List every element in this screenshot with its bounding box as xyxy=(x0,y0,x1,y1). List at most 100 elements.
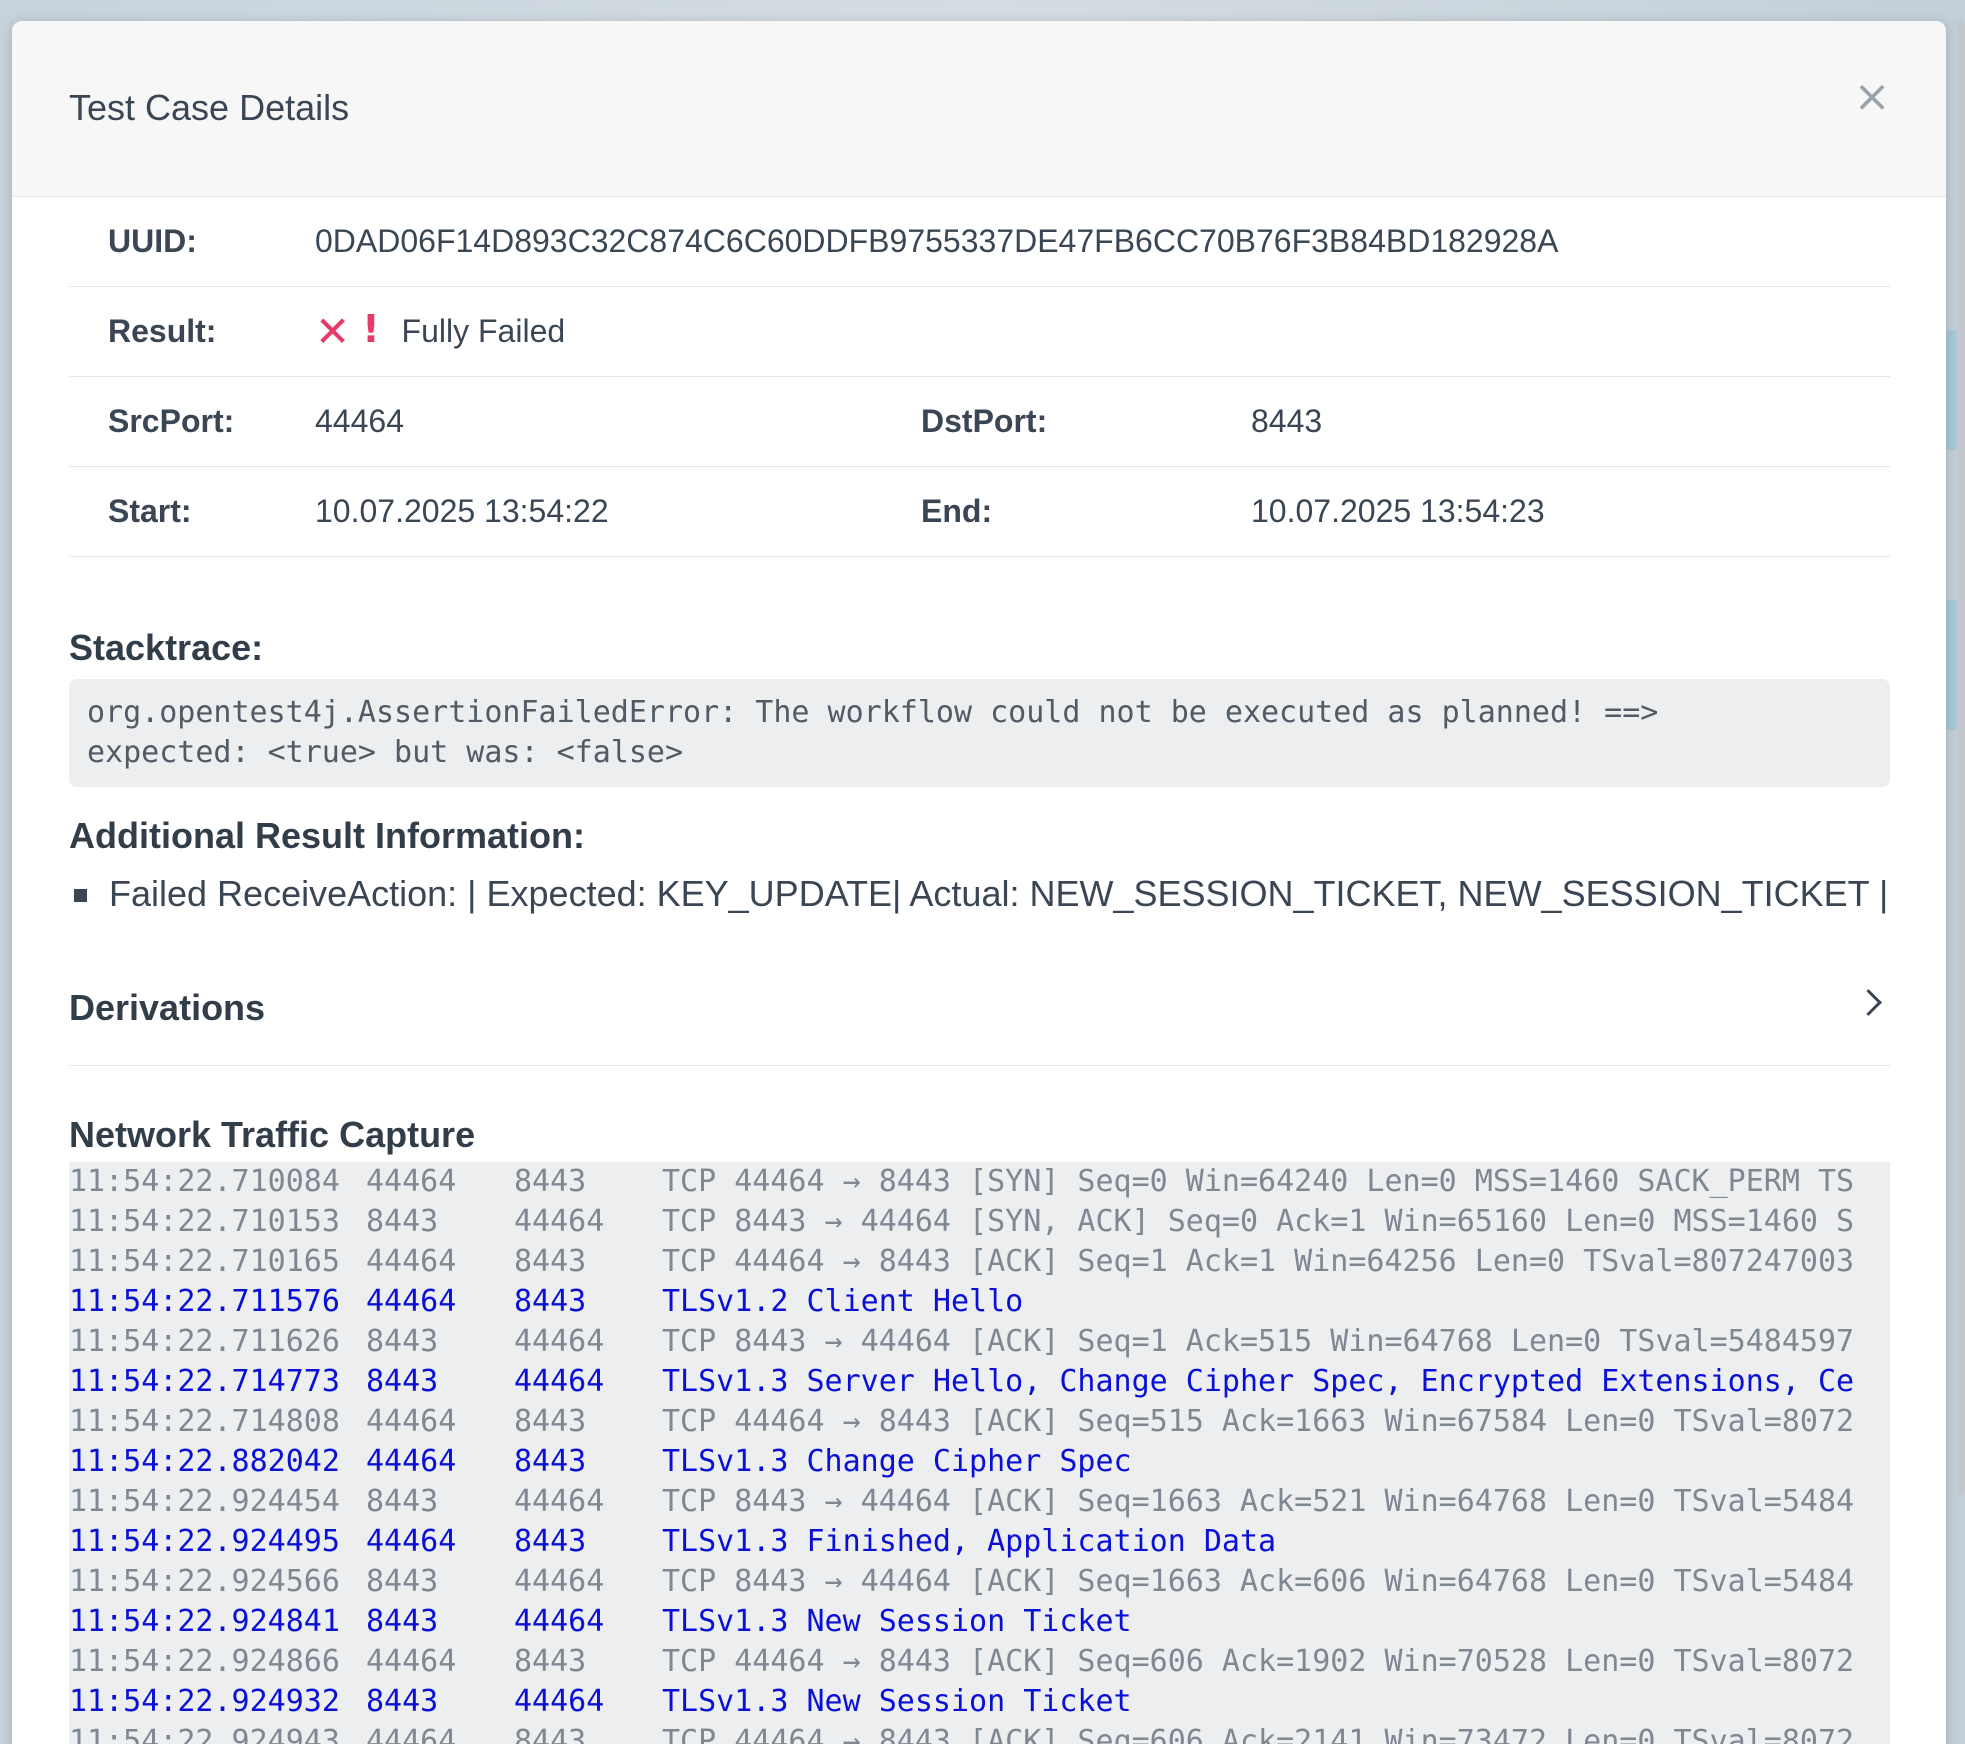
table-row[interactable]: 11:54:22.924454 8443 44464 TCP 8443 → 44464… xyxy=(69,1482,1890,1522)
packet-dst: 8443 xyxy=(514,1644,587,1679)
packet-time: 11:54:22.924454 xyxy=(69,1484,340,1519)
packet-src: 44464 xyxy=(366,1404,457,1439)
additional-info-list: Failed ReceiveAction: | Expected: KEY_UP… xyxy=(69,873,1898,915)
list-item: Failed ReceiveAction: | Expected: KEY_UP… xyxy=(69,873,1898,915)
table-row[interactable]: 11:54:22.882042 44464 8443 TLSv1.3 Change C… xyxy=(69,1442,1890,1482)
packet-src: 8443 xyxy=(366,1204,439,1239)
packet-dst: 44464 xyxy=(514,1324,605,1359)
result-cell: ✕! Fully Failed xyxy=(315,286,1890,377)
packet-src: 8443 xyxy=(366,1564,439,1599)
exclamation-icon: ! xyxy=(362,307,380,351)
packet-time: 11:54:22.924866 xyxy=(69,1644,340,1679)
table-row[interactable]: 11:54:22.711576 44464 8443 TLSv1.2 Client H… xyxy=(69,1282,1890,1322)
packet-time: 11:54:22.924566 xyxy=(69,1564,340,1599)
packet-dst: 44464 xyxy=(514,1204,605,1239)
packet-src: 44464 xyxy=(366,1524,457,1559)
packet-dst: 44464 xyxy=(514,1604,605,1639)
packet-dst: 8443 xyxy=(514,1244,587,1279)
additional-info-title: Additional Result Information: xyxy=(69,815,585,856)
packet-dst: 8443 xyxy=(514,1444,587,1479)
packet-info: TLSv1.3 Server Hello, Change Cipher Spec… xyxy=(662,1364,1855,1399)
failed-x-icon: ✕ xyxy=(315,307,351,356)
packet-time: 11:54:22.710153 xyxy=(69,1204,340,1239)
derivations-title: Derivations xyxy=(69,987,266,1028)
time-row: Start: 10.07.2025 13:54:22 End: 10.07.20… xyxy=(69,466,1890,557)
table-row[interactable]: 11:54:22.924495 44464 8443 TLSv1.3 Finished… xyxy=(69,1522,1890,1562)
details-table: UUID: 0DAD06F14D893C32C874C6C60DDFB97553… xyxy=(69,197,1890,557)
packet-src: 8443 xyxy=(366,1324,439,1359)
packet-time: 11:54:22.711626 xyxy=(69,1324,340,1359)
srcport-label: SrcPort: xyxy=(69,376,315,467)
dstport-label: DstPort: xyxy=(921,376,1251,467)
packet-dst: 8443 xyxy=(514,1404,587,1439)
capture-title: Network Traffic Capture xyxy=(69,1114,476,1155)
page-scrollbar[interactable] xyxy=(1957,20,1965,1495)
capture-list[interactable]: 11:54:22.710084 44464 8443 TCP 44464 → 8443… xyxy=(69,1162,1890,1744)
uuid-value: 0DAD06F14D893C32C874C6C60DDFB9755337DE47… xyxy=(315,197,1890,287)
packet-src: 44464 xyxy=(366,1724,457,1744)
packet-dst: 8443 xyxy=(514,1524,587,1559)
packet-src: 8443 xyxy=(366,1364,439,1399)
uuid-row: UUID: 0DAD06F14D893C32C874C6C60DDFB97553… xyxy=(69,197,1890,287)
packet-time: 11:54:22.924495 xyxy=(69,1524,340,1559)
table-row[interactable]: 11:54:22.924943 44464 8443 TCP 44464 → 8443… xyxy=(69,1722,1890,1744)
table-row[interactable]: 11:54:22.711626 8443 44464 TCP 8443 → 44464… xyxy=(69,1322,1890,1362)
packet-dst: 44464 xyxy=(514,1564,605,1599)
table-row[interactable]: 11:54:22.924841 8443 44464 TLSv1.3 New Sess… xyxy=(69,1602,1890,1642)
packet-time: 11:54:22.714808 xyxy=(69,1404,340,1439)
packet-dst: 8443 xyxy=(514,1724,587,1744)
packet-info: TLSv1.3 Change Cipher Spec xyxy=(662,1444,1132,1479)
packet-src: 44464 xyxy=(366,1164,457,1199)
table-row[interactable]: 11:54:22.924932 8443 44464 TLSv1.3 New Sess… xyxy=(69,1682,1890,1722)
table-row[interactable]: 11:54:22.714808 44464 8443 TCP 44464 → 8443… xyxy=(69,1402,1890,1442)
packet-info: TLSv1.2 Client Hello xyxy=(662,1284,1024,1319)
packet-src: 8443 xyxy=(366,1604,439,1639)
packet-info: TCP 44464 → 8443 [ACK] Seq=606 Ack=1902 … xyxy=(662,1644,1855,1679)
additional-info-item: Failed ReceiveAction: | Expected: KEY_UP… xyxy=(109,873,1889,914)
start-label: Start: xyxy=(69,466,315,557)
packet-time: 11:54:22.711576 xyxy=(69,1284,340,1319)
stacktrace-title: Stacktrace: xyxy=(69,627,264,668)
modal-header: Test Case Details × xyxy=(12,21,1946,197)
packet-info: TCP 44464 → 8443 [ACK] Seq=515 Ack=1663 … xyxy=(662,1404,1855,1439)
table-row[interactable]: 11:54:22.710153 8443 44464 TCP 8443 → 44464… xyxy=(69,1202,1890,1242)
table-row[interactable]: 11:54:22.710084 44464 8443 TCP 44464 → 8443… xyxy=(69,1162,1890,1202)
table-row[interactable]: 11:54:22.924566 8443 44464 TCP 8443 → 44464… xyxy=(69,1562,1890,1602)
packet-time: 11:54:22.882042 xyxy=(69,1444,340,1479)
packet-time: 11:54:22.924841 xyxy=(69,1604,340,1639)
packet-src: 8443 xyxy=(366,1684,439,1719)
stacktrace-text: org.opentest4j.AssertionFailedError: The… xyxy=(69,679,1890,787)
packet-info: TCP 8443 → 44464 [ACK] Seq=1 Ack=515 Win… xyxy=(662,1324,1855,1359)
table-row[interactable]: 11:54:22.924866 44464 8443 TCP 44464 → 8443… xyxy=(69,1642,1890,1682)
result-label: Result: xyxy=(69,286,315,377)
chevron-right-icon xyxy=(1855,989,1882,1016)
modal-title: Test Case Details xyxy=(69,87,350,128)
packet-time: 11:54:22.924932 xyxy=(69,1684,340,1719)
srcport-value: 44464 xyxy=(315,376,921,467)
close-button[interactable]: × xyxy=(1848,73,1896,121)
packet-dst: 44464 xyxy=(514,1484,605,1519)
start-value: 10.07.2025 13:54:22 xyxy=(315,466,921,557)
packet-info: TCP 44464 → 8443 [ACK] Seq=1 Ack=1 Win=6… xyxy=(662,1244,1855,1279)
packet-src: 44464 xyxy=(366,1244,457,1279)
packet-info: TCP 44464 → 8443 [ACK] Seq=606 Ack=2141 … xyxy=(662,1724,1855,1744)
packet-info: TCP 44464 → 8443 [SYN] Seq=0 Win=64240 L… xyxy=(662,1164,1855,1199)
table-row[interactable]: 11:54:22.714773 8443 44464 TLSv1.3 Server H… xyxy=(69,1362,1890,1402)
result-row: Result: ✕! Fully Failed xyxy=(69,286,1890,377)
derivations-toggle[interactable]: Derivations xyxy=(69,955,1890,1066)
packet-src: 44464 xyxy=(366,1644,457,1679)
packet-dst: 8443 xyxy=(514,1284,587,1319)
packet-src: 44464 xyxy=(366,1284,457,1319)
test-case-details-modal: Test Case Details × UUID: 0DAD06F14D893C… xyxy=(12,21,1946,1744)
end-label: End: xyxy=(921,466,1251,557)
bullet-icon xyxy=(74,889,87,902)
packet-info: TCP 8443 → 44464 [ACK] Seq=1663 Ack=521 … xyxy=(662,1484,1855,1519)
packet-dst: 44464 xyxy=(514,1684,605,1719)
packet-dst: 44464 xyxy=(514,1364,605,1399)
packet-time: 11:54:22.710084 xyxy=(69,1164,340,1199)
dstport-value: 8443 xyxy=(1251,376,1890,467)
packet-time: 11:54:22.714773 xyxy=(69,1364,340,1399)
uuid-label: UUID: xyxy=(69,197,315,287)
table-row[interactable]: 11:54:22.710165 44464 8443 TCP 44464 → 8443… xyxy=(69,1242,1890,1282)
packet-info: TLSv1.3 Finished, Application Data xyxy=(662,1524,1277,1559)
